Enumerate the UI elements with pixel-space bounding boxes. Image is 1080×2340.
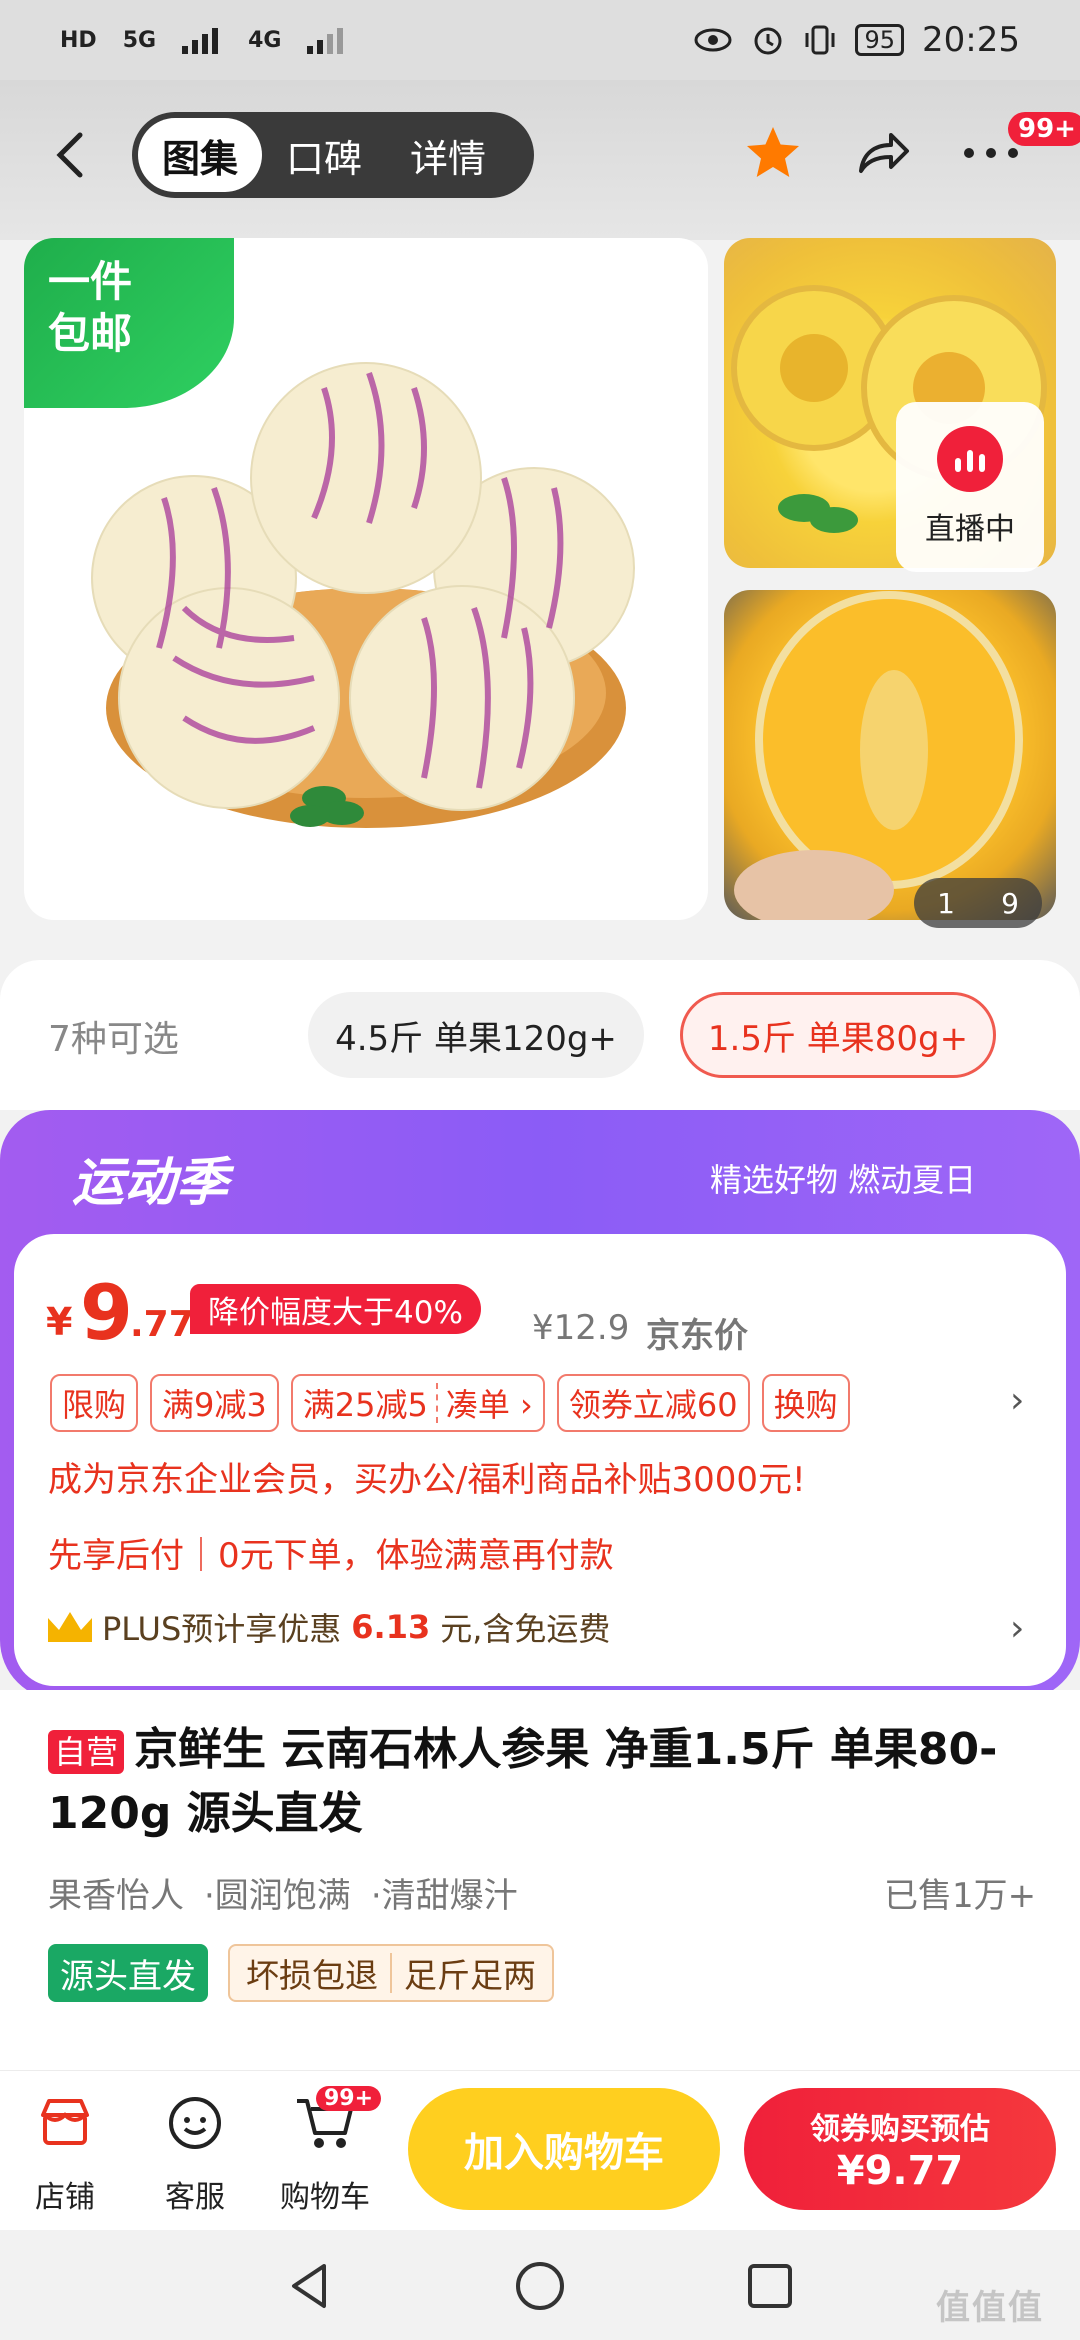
5g-label: 5G bbox=[122, 27, 157, 53]
source-direct-badge: 源头直发 bbox=[48, 1944, 208, 2002]
status-bar: HD 5G 4G 95 20:25 bbox=[0, 0, 1080, 80]
share-button[interactable] bbox=[850, 120, 916, 186]
alarm-icon bbox=[754, 27, 782, 55]
battery-level: 95 bbox=[855, 24, 905, 56]
variant-count[interactable]: 7种可选 bbox=[48, 1010, 179, 1062]
plus-chevron-icon[interactable]: › bbox=[1010, 1608, 1024, 1649]
price-drop-tag: 降价幅度大于40% bbox=[190, 1284, 481, 1334]
vibrate-icon bbox=[805, 25, 835, 55]
shipping-tag-line1: 一件 bbox=[48, 257, 133, 306]
coupon-more-chevron-icon[interactable]: › bbox=[1010, 1380, 1024, 1421]
tab-details[interactable]: 详情 bbox=[386, 118, 510, 192]
chat-service-icon bbox=[169, 2097, 221, 2149]
nav-recents-button[interactable] bbox=[740, 2256, 800, 2316]
gallery-thumbnail-2[interactable] bbox=[724, 590, 1056, 920]
signal-bars-icon bbox=[182, 28, 219, 54]
product-title-text: 京鲜生 云南石林人参果 净重1.5斤 单果80-120g 源头直发 bbox=[48, 1724, 998, 1839]
image-pager: 1 9 bbox=[914, 878, 1042, 928]
coudan-link[interactable]: 凑单 › bbox=[446, 1380, 533, 1426]
pager-current: 1 bbox=[937, 886, 955, 920]
original-price-label: 京东价 bbox=[646, 1316, 748, 1356]
back-button[interactable] bbox=[50, 125, 90, 185]
coupon-25-minus-5-label: 满25减5 bbox=[302, 1386, 428, 1424]
buy-now-button[interactable]: 领券购买预估 ¥9.77 bbox=[744, 2088, 1056, 2210]
hd-label-1: HD bbox=[60, 27, 97, 53]
feature-3: ·清甜爆汁 bbox=[370, 1876, 518, 1916]
coupon-divider bbox=[435, 1383, 438, 1423]
service-button[interactable]: 客服 bbox=[140, 2088, 250, 2216]
shop-button[interactable]: 店铺 bbox=[10, 2088, 120, 2216]
more-dots-icon bbox=[964, 148, 1018, 158]
guarantee-badges[interactable]: 坏损包退 足斤足两 bbox=[228, 1944, 554, 2002]
plus-prefix: PLUS预计享优惠 bbox=[102, 1610, 342, 1648]
eye-icon bbox=[694, 28, 732, 52]
buy-button-line1: 领券购买预估 bbox=[810, 2112, 990, 2147]
service-label: 客服 bbox=[165, 2180, 225, 2215]
promo-slogan: 精选好物 燃动夏日 bbox=[710, 1161, 977, 1199]
shipping-tag-line2: 包邮 bbox=[48, 309, 133, 358]
share-icon bbox=[859, 133, 909, 173]
plus-suffix: 元,含免运费 bbox=[440, 1610, 611, 1648]
shop-label: 店铺 bbox=[35, 2180, 95, 2215]
time: 20:25 bbox=[922, 20, 1020, 60]
nav-back-icon bbox=[292, 2264, 326, 2308]
nav-recents-icon bbox=[748, 2264, 792, 2308]
plus-amount: 6.13 bbox=[351, 1608, 431, 1646]
header-tabs: 图集 口碑 详情 bbox=[132, 112, 534, 198]
4g-label: 4G bbox=[248, 27, 282, 53]
favorite-button[interactable] bbox=[740, 120, 806, 186]
live-label: 直播中 bbox=[925, 512, 1015, 547]
coupon-claim-60[interactable]: 领券立减60 bbox=[556, 1374, 750, 1432]
live-stream-button[interactable]: 直播中 bbox=[896, 402, 1044, 572]
coupon-9-minus-3[interactable]: 满9减3 bbox=[150, 1374, 279, 1432]
nav-home-icon bbox=[516, 2262, 564, 2310]
variant-option-4-5jin[interactable]: 4.5斤 单果120g+ bbox=[308, 992, 644, 1078]
original-price: ¥12.9 bbox=[532, 1308, 630, 1348]
promo-title: 运动季 bbox=[72, 1153, 229, 1213]
guarantee-weight: 足斤足两 bbox=[404, 1956, 536, 1995]
pay-later-promo[interactable]: 先享后付｜0元下单，体验满意再付款 bbox=[48, 1528, 614, 1577]
add-to-cart-button[interactable]: 加入购物车 bbox=[408, 2088, 720, 2210]
coupon-limit[interactable]: 限购 bbox=[50, 1374, 139, 1432]
main-product-image[interactable]: 一件 包邮 bbox=[24, 238, 708, 920]
nav-back-button[interactable] bbox=[280, 2256, 340, 2316]
pager-total: 9 bbox=[1001, 886, 1019, 920]
feature-1: 果香怡人 bbox=[48, 1876, 184, 1916]
enterprise-member-promo[interactable]: 成为京东企业会员，买办公/福利商品补贴3000元! bbox=[48, 1452, 806, 1501]
price-currency: ¥ bbox=[46, 1300, 73, 1344]
coupon-25-minus-5[interactable]: 满25减5 凑单 › bbox=[290, 1374, 545, 1432]
more-badge: 99+ bbox=[1008, 112, 1080, 146]
signal-indicators: HD 5G 4G bbox=[60, 26, 347, 54]
status-right: 95 20:25 bbox=[693, 20, 1020, 60]
buy-button-price: ¥9.77 bbox=[836, 2148, 964, 2194]
star-icon bbox=[747, 127, 799, 177]
back-arrow-icon bbox=[56, 132, 83, 178]
price-integer: 9 bbox=[80, 1268, 133, 1357]
cart-badge: 99+ bbox=[316, 2086, 382, 2111]
guarantee-return: 坏损包退 bbox=[246, 1956, 378, 1995]
coupon-row[interactable]: 限购 满9减3 满25减5 凑单 › 领券立减60 换购 bbox=[50, 1374, 850, 1432]
plus-discount-row[interactable]: PLUS预计享优惠 6.13 元,含免运费 bbox=[48, 1604, 610, 1650]
coupon-exchange[interactable]: 换购 bbox=[761, 1374, 850, 1432]
site-watermark: 值值值 bbox=[936, 2288, 1044, 2328]
price-decimal: .77 bbox=[130, 1304, 194, 1345]
nav-home-button[interactable] bbox=[510, 2256, 570, 2316]
tab-gallery[interactable]: 图集 bbox=[138, 118, 263, 192]
sold-count: 已售1万+ bbox=[884, 1876, 1037, 1916]
product-features: 果香怡人 ·圆润饱满 ·清甜爆汁 bbox=[48, 1868, 518, 1917]
self-operated-tag: 自营 bbox=[48, 1730, 125, 1774]
signal-bars-2-icon bbox=[307, 28, 344, 54]
product-title: 自营 京鲜生 云南石林人参果 净重1.5斤 单果80-120g 源头直发 bbox=[48, 1718, 1038, 1846]
shop-icon bbox=[41, 2099, 89, 2145]
halved-fruit-illustration bbox=[734, 591, 1023, 920]
crown-icon bbox=[48, 1612, 92, 1642]
live-icon bbox=[937, 426, 1003, 492]
feature-2: ·圆润饱满 bbox=[204, 1876, 351, 1916]
tab-reviews[interactable]: 口碑 bbox=[262, 118, 386, 192]
guarantee-divider bbox=[390, 1953, 392, 1993]
product-detail-page: HD 5G 4G 95 20:25 图集 口碑 详情 99+ 一件 包邮 直播中… bbox=[0, 0, 1080, 2340]
variant-option-1-5jin[interactable]: 1.5斤 单果80g+ bbox=[680, 992, 996, 1078]
cart-label: 购物车 bbox=[280, 2180, 370, 2215]
